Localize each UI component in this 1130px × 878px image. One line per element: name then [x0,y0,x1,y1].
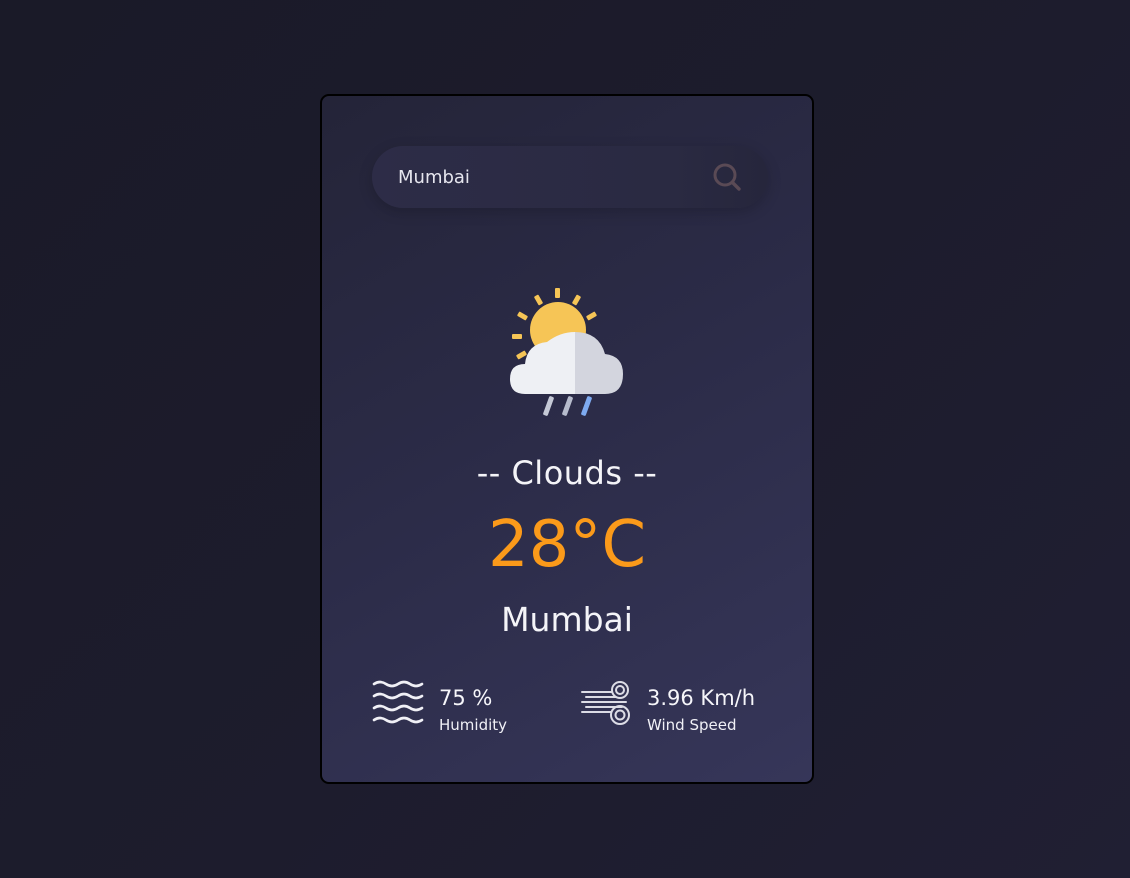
weather-card: -- Clouds -- 28°C Mumbai 75 % Humidity [320,94,814,784]
waves-icon [372,680,424,724]
wind-speed-value: 3.96 Km/h [647,686,756,710]
search-input[interactable] [398,146,698,208]
city-name: Mumbai [501,600,633,639]
humidity-label: Humidity [439,716,508,734]
temperature-value: 28°C [487,508,647,582]
search-button[interactable] [710,160,744,194]
search-bar [372,146,768,208]
weather-condition: -- Clouds -- [476,454,658,492]
humidity-value: 75 % [439,686,493,710]
search-icon [713,163,741,191]
sun-cloud-rain-icon [510,288,623,416]
wind-icon [581,681,630,725]
wind-speed-label: Wind Speed [647,716,737,734]
